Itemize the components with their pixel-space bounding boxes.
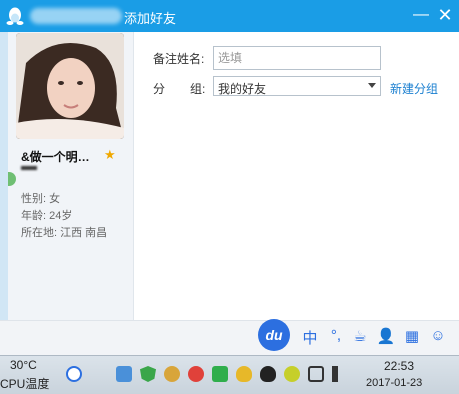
remark-label: 备注姓名: [153, 52, 205, 66]
baidu-ime-logo-icon[interactable]: du [258, 319, 290, 351]
group-label-part2: 组: [190, 82, 206, 96]
ime-user-icon[interactable]: 👤 [376, 327, 396, 345]
qq-penguin-icon [6, 7, 24, 25]
netease-icon[interactable] [188, 366, 204, 382]
blurred-account-name [30, 8, 122, 24]
ime-punctuation-icon[interactable]: °, [326, 327, 346, 344]
window-title: 添加好友 [124, 11, 177, 26]
new-group-link[interactable]: 新建分组 [390, 80, 438, 97]
title-bar[interactable]: 添加好友 — ✕ [0, 0, 459, 32]
person-icon[interactable] [164, 366, 180, 382]
cpu-temp-label: CPU温度 [0, 377, 50, 391]
add-friend-window: 添加好友 — ✕ &做一个明… ★ 性别: 女 年龄: 24岁 所在地: 江西 … [0, 0, 459, 355]
profile-gender: 性别: 女 [21, 193, 61, 205]
qq-alt-icon[interactable] [260, 366, 276, 382]
wechat-icon[interactable] [212, 366, 228, 382]
close-button[interactable]: ✕ [434, 4, 456, 26]
clock-time[interactable]: 22:53 [384, 359, 414, 373]
chevron-down-icon [368, 83, 376, 88]
blurred-text [21, 166, 37, 170]
avatar-photo [16, 33, 124, 139]
plus-icon[interactable] [284, 366, 300, 382]
network-icon[interactable] [308, 366, 324, 382]
ime-skin-icon[interactable]: ☕ [350, 327, 370, 345]
group-selected-value: 我的好友 [218, 82, 267, 96]
profile-location: 所在地: 江西 南昌 [21, 227, 108, 239]
side-strip [0, 32, 8, 320]
nickname: &做一个明… [21, 150, 90, 164]
group-select[interactable]: 我的好友 [213, 76, 381, 96]
minimize-button[interactable]: — [410, 4, 432, 26]
ime-toolbox-icon[interactable]: ▦ [402, 327, 422, 345]
star-icon[interactable]: ★ [104, 147, 116, 163]
qq-icon[interactable] [236, 366, 252, 382]
volume-icon[interactable] [332, 366, 348, 382]
cpu-temperature: 30°C [10, 358, 37, 372]
group-label-part1: 分 [153, 82, 166, 96]
avatar[interactable] [16, 33, 124, 139]
media-player-icon[interactable] [66, 366, 82, 382]
clock-date[interactable]: 2017-01-23 [366, 377, 422, 389]
profile-age: 年龄: 24岁 [21, 210, 73, 222]
ime-chinese-mode-icon[interactable]: 中 [300, 327, 320, 348]
ime-emoji-icon[interactable]: ☺ [428, 327, 448, 344]
package-icon[interactable] [116, 366, 132, 382]
remark-input[interactable] [213, 46, 381, 70]
